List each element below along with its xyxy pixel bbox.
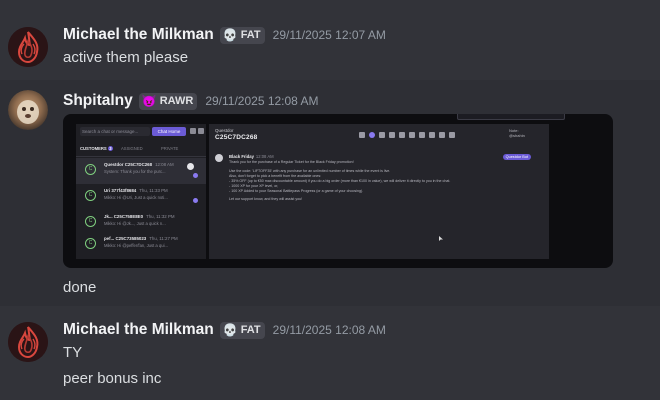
attachment-chat-avatar: C: [85, 238, 96, 249]
timestamp: 29/11/2025 12:08 AM: [205, 94, 319, 108]
timestamp: 29/11/2025 12:07 AM: [272, 28, 386, 42]
attachment-message-line: Thank you for the purchase of a Regular …: [229, 160, 354, 164]
message-text: TY: [63, 344, 83, 361]
message-3: Michael the Milkman 💀 FAT 29/11/2025 12:…: [0, 306, 660, 400]
attachment-message-line: Use the code: 'LIFTOFF35' with any purch…: [229, 169, 391, 173]
attachment-chat-time: Thu, 11:33 PM: [139, 188, 168, 193]
attachment-message-time: 12:08 AM: [255, 154, 274, 159]
attachment-search-input: Search a chat or message...: [80, 127, 150, 136]
attachment-chat-row: C Uri 377f43f8684 Thu, 11:33 PM Mikko: Hi…: [76, 184, 206, 210]
attachment-chat-name: Questdor C25C7DC268 12:08 AM: [104, 162, 174, 167]
attachment-chat-preview: Mikko: Hi @Jk..., Just a quick n...: [104, 221, 166, 226]
attachment-chat-home-button: Chat Home: [152, 127, 186, 136]
attachment-chat-row: C Questdor C25C7DC268 12:08 AM System: Th…: [76, 158, 206, 184]
attachment-toolbar-icon: [389, 132, 395, 138]
attachment-toolbar-icon: [439, 132, 445, 138]
attachment-chat-time: Thu, 11:27 PM: [149, 236, 178, 241]
attachment-chat-name: Jk... C25C758E8E0 Thu, 11:32 PM: [104, 214, 175, 219]
attachment-message: Black Friday 12:08 AM Questdor Bot Thank …: [215, 154, 539, 224]
attachment-message-avatar: [215, 154, 223, 162]
attachment-tabs: CUSTOMERS 3 ASSIGNED PRIVATE: [76, 144, 206, 157]
attachment-cursor-icon: [439, 236, 443, 241]
guild-tag[interactable]: 💀 FAT: [219, 321, 265, 339]
attachment-top-strip: [457, 114, 565, 120]
attachment-filter-icon: [190, 128, 196, 134]
attachment-chat-row: C pef... C25C73585023 Thu, 11:27 PM Mikko…: [76, 232, 206, 258]
avatar[interactable]: [8, 90, 48, 130]
attachment-chat-avatar: C: [85, 190, 96, 201]
attachment-message-author: Black Friday: [229, 154, 254, 159]
attachment-info-icon: [187, 163, 194, 170]
attachment-chat-preview: Mikko: Hi @peffer/fan, Just a qui...: [104, 243, 168, 248]
guild-tag[interactable]: 😈 RAWR: [138, 92, 198, 110]
attachment-chat-preview: System: Thank you for the purc...: [104, 169, 166, 174]
attachment-toolbar-icon: [379, 132, 385, 138]
attachment-status-icon: [193, 173, 198, 178]
attachment-chat-name: Uri 377f43f8684 Thu, 11:33 PM: [104, 188, 168, 193]
attachment-chat-avatar: C: [85, 164, 96, 175]
attachment-tab-assigned: ASSIGNED: [121, 146, 143, 151]
attachment-chat-avatar: C: [85, 216, 96, 227]
skull-emoji-icon: 💀: [222, 28, 238, 42]
guild-tag[interactable]: 💀 FAT: [219, 26, 265, 44]
attachment-note-value: @shahin: [509, 133, 525, 138]
attachment-tab-label: CUSTOMERS: [80, 146, 107, 151]
attachment-chat-name-text: pef... C25C73585023: [104, 236, 147, 241]
attachment-toolbar-icon: [409, 132, 415, 138]
attachment-channel-name: Questdor: [215, 128, 234, 133]
image-attachment[interactable]: Search a chat or message... Chat Home CU…: [63, 114, 613, 268]
message-text: peer bonus inc: [63, 370, 162, 387]
attachment-conversation-panel: Questdor C25C7DC268 Note: @shahin Black F…: [209, 124, 549, 259]
attachment-chat-icon: [198, 128, 204, 134]
avatar[interactable]: [8, 27, 48, 67]
skull-emoji-icon: 💀: [222, 323, 238, 337]
attachment-toolbar-icon: [419, 132, 425, 138]
message-header: Michael the Milkman 💀 FAT 29/11/2025 12:…: [63, 321, 386, 339]
flame-logo-icon: [8, 27, 48, 67]
attachment-chat-preview: Mikko: Hi @Uri, Just a quick noti...: [104, 195, 168, 200]
attachment-message-line: - 100 XP Added to your Seasonal Battlepa…: [229, 189, 364, 193]
message-1: Michael the Milkman 💀 FAT 29/11/2025 12:…: [0, 0, 660, 80]
guild-tag-label: FAT: [240, 324, 261, 336]
attachment-message-header: Black Friday 12:08 AM: [229, 154, 274, 159]
username[interactable]: Michael the Milkman: [63, 26, 214, 44]
flame-logo-icon: [8, 322, 48, 362]
attachment-message-line: Let our support know, and they will assi…: [229, 197, 303, 201]
message-header: Shpitalny 😈 RAWR 29/11/2025 12:08 AM: [63, 92, 319, 110]
guild-tag-label: FAT: [240, 29, 261, 41]
devil-emoji-icon: 😈: [141, 94, 157, 108]
attachment-status-icon: [193, 198, 198, 203]
attachment-message-line: Also, don't forget to pick a benefit fro…: [229, 174, 322, 178]
attachment-message-pill: Questdor Bot: [502, 154, 531, 160]
attachment-note: Note: @shahin: [509, 128, 525, 138]
attachment-chat-name-text: Questdor C25C7DC268: [104, 162, 153, 167]
attachment-toolbar-icon: [399, 132, 405, 138]
user-avatar-image-icon: [8, 90, 48, 130]
message-text: active them please: [63, 49, 189, 66]
attachment-chat-name: pef... C25C73585023 Thu, 11:27 PM: [104, 236, 178, 241]
message-header: Michael the Milkman 💀 FAT 29/11/2025 12:…: [63, 26, 386, 44]
attachment-channel-id: C25C7DC268: [215, 134, 258, 141]
timestamp: 29/11/2025 12:08 AM: [272, 323, 386, 337]
attachment-tab-customers: CUSTOMERS 3: [80, 146, 114, 151]
attachment-chat-name-text: Uri 377f43f8684: [104, 188, 137, 193]
attachment-tab-private: PRIVATE: [161, 146, 179, 151]
attachment-chat-list-panel: Search a chat or message... Chat Home CU…: [76, 124, 206, 259]
attachment-chat-name-text: Jk... C25C758E8E0: [104, 214, 144, 219]
attachment-tab-badge: 3: [107, 146, 114, 151]
attachment-message-line: - 35% OFF (up to €50 max discountable am…: [229, 179, 451, 183]
username[interactable]: Shpitalny: [63, 92, 133, 110]
attachment-toolbar-icon: [359, 132, 365, 138]
username[interactable]: Michael the Milkman: [63, 321, 214, 339]
attachment-toolbar-icon: [369, 132, 375, 138]
attachment-chat-time: Thu, 11:32 PM: [146, 214, 175, 219]
message-text: done: [63, 279, 97, 296]
attachment-chat-time: 12:08 AM: [155, 162, 174, 167]
attachment-toolbar-icon: [449, 132, 455, 138]
attachment-message-line: - 1000 XP for your XP level, or,: [229, 184, 279, 188]
avatar[interactable]: [8, 322, 48, 362]
attachment-toolbar-icon: [429, 132, 435, 138]
guild-tag-label: RAWR: [159, 95, 194, 107]
